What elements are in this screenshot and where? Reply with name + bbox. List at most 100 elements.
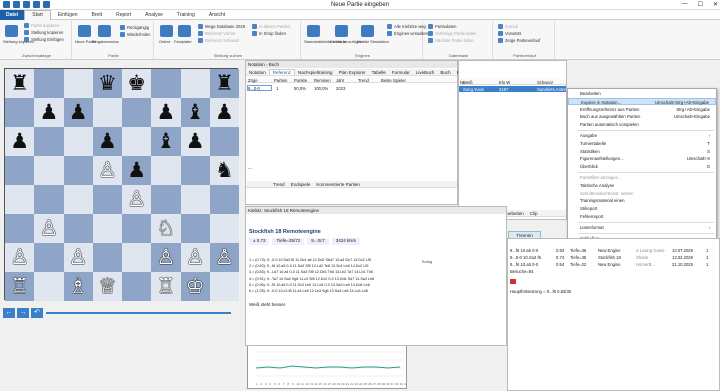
chess-piece[interactable]: ♗ xyxy=(64,272,93,301)
board-square[interactable] xyxy=(180,185,210,214)
table-row[interactable]: 9...f6 10.a5 0-0 0.54 Tiefe=22 New Engin… xyxy=(508,261,719,267)
flip-board-button[interactable]: ↶ xyxy=(31,308,43,318)
chess-piece[interactable]: ♟ xyxy=(151,98,180,127)
board-square[interactable] xyxy=(34,243,64,272)
mega-database-item[interactable]: Mega Database 2026 xyxy=(198,24,245,29)
tab-ansicht[interactable]: Ansicht xyxy=(202,12,232,18)
copy-game-item[interactable]: Partie kopieren xyxy=(24,23,59,28)
board-square[interactable] xyxy=(180,156,210,185)
tab-trend[interactable]: Trend xyxy=(270,182,288,187)
chess-piece[interactable]: ♖ xyxy=(5,272,34,301)
tab-endgames[interactable]: Endspiele xyxy=(288,182,314,187)
tab-reference[interactable]: Referenz xyxy=(268,69,296,75)
tab-report[interactable]: Report xyxy=(109,12,138,18)
menu-item[interactable]: Partiefilter anzeigen... xyxy=(568,174,716,182)
chess-piece[interactable]: ♟ xyxy=(93,127,122,156)
board-square[interactable] xyxy=(180,214,210,243)
board-square[interactable] xyxy=(209,214,239,243)
chess-piece[interactable]: ♟ xyxy=(122,156,151,185)
tab-brett[interactable]: Brett xyxy=(85,12,110,18)
board-square[interactable] xyxy=(122,214,152,243)
board-square[interactable] xyxy=(122,272,152,301)
board-square[interactable] xyxy=(92,214,122,243)
menu-item[interactable]: Schnittmuster/Sonst. setzen xyxy=(568,190,716,198)
copy-position-item[interactable]: Stellung kopieren xyxy=(24,30,63,35)
tab-training[interactable]: Training xyxy=(170,12,202,18)
chess-piece[interactable]: ♛ xyxy=(93,69,122,98)
board-square[interactable] xyxy=(209,272,239,301)
chess-piece[interactable]: ♟ xyxy=(5,127,34,156)
table-row[interactable]: 9...f6 10.a5 0-0 0.83 Tiefe=35 New Engin… xyxy=(508,247,719,253)
minimize-button[interactable]: — xyxy=(682,1,688,8)
board-square[interactable] xyxy=(92,243,122,272)
evaluation-graph[interactable]: 1 2 3 4 5 6 7 8 9 10 11 12 13 14 15 16 17 18 19 20 21 22 23 24 2… xyxy=(247,345,408,389)
next-move-button[interactable]: → xyxy=(17,308,29,318)
board-square[interactable] xyxy=(5,156,35,185)
board-square[interactable] xyxy=(92,185,122,214)
menu-item[interactable]: Bearbeiten xyxy=(568,90,716,98)
menu-item[interactable]: Taktische Analyse xyxy=(568,182,716,190)
menu-item[interactable]: Listenformat › xyxy=(568,224,716,232)
online-button[interactable]: Online xyxy=(159,39,171,44)
board-square[interactable] xyxy=(151,156,181,185)
menu-item[interactable]: Ausgabe › xyxy=(568,132,716,140)
menu-item[interactable]: Trainingsmaterial einen xyxy=(568,197,716,205)
chess-piece[interactable]: ♜ xyxy=(5,69,34,98)
input-mode-button[interactable]: Eingabemodus xyxy=(92,39,119,44)
tab-form[interactable]: Formular xyxy=(389,70,413,75)
board-square[interactable] xyxy=(63,127,93,156)
chess-piece[interactable]: ♟ xyxy=(64,98,93,127)
board-square[interactable] xyxy=(34,127,64,156)
reference-black-item[interactable]: Referenz Schwarz xyxy=(198,38,239,43)
table-row[interactable]: Song,Yuxin 2197 Sandriets,Anton xyxy=(459,86,567,92)
board-square[interactable] xyxy=(209,185,239,214)
reference-white-item[interactable]: Referenz Vorher xyxy=(198,31,236,36)
chess-piece[interactable]: ♙ xyxy=(93,156,122,185)
table-row[interactable]: 9...0-0 1 50,0% 100,0% 2023 xyxy=(246,85,457,91)
engine-line[interactable]: 6.= (1.05): 9...0-0 10.c3 f6 11.a4 Le5 1… xyxy=(249,288,413,294)
harddisk-button[interactable]: Festplatte xyxy=(174,39,192,44)
board-square[interactable] xyxy=(209,127,239,156)
board-square[interactable] xyxy=(63,69,93,98)
board-square[interactable] xyxy=(34,272,64,301)
chess-piece[interactable]: ♕ xyxy=(93,272,122,301)
next-game-item[interactable]: Nächste Partie laden xyxy=(428,38,474,43)
file-menu-button[interactable]: Datei xyxy=(0,9,25,20)
menu-item[interactable]: Turniertabelle T xyxy=(568,140,716,148)
manage-engines-item[interactable]: Engines verwalten xyxy=(387,31,428,36)
previous-game-item[interactable]: Vorherige Partie laden xyxy=(428,31,476,36)
move-slider[interactable] xyxy=(46,312,231,314)
menu-item[interactable]: Fehlerreport xyxy=(568,213,716,221)
chess-piece[interactable]: ♞ xyxy=(210,156,239,185)
table-row[interactable]: 9...0-0 10.Sa3 f6 0.74 Tiefe=35 Stockfis… xyxy=(508,254,719,260)
board-square[interactable] xyxy=(151,69,181,98)
menu-item[interactable]: Figurenaufstellungen... Umschalt+S xyxy=(568,155,716,163)
board-square[interactable] xyxy=(5,98,35,127)
chess-piece[interactable]: ♙ xyxy=(64,243,93,272)
in-these-games-item[interactable]: In diesen Partien xyxy=(252,24,290,29)
menu-item[interactable]: Stilreport xyxy=(568,205,716,213)
board-square[interactable] xyxy=(122,127,152,156)
chess-piece[interactable]: ♔ xyxy=(181,272,210,301)
forward-item[interactable]: Vorwärts xyxy=(498,31,521,36)
chess-piece[interactable]: ♜ xyxy=(210,69,239,98)
chess-piece[interactable]: ♙ xyxy=(34,214,63,243)
board-square[interactable] xyxy=(5,185,35,214)
menu-item[interactable]: Buch aus ausgewählten Partien Umschalt+Ei… xyxy=(568,113,716,121)
chess-piece[interactable]: ♙ xyxy=(181,243,210,272)
kibitzer-simulation-button[interactable]: Kiebitz Simulation xyxy=(357,39,389,44)
board-square[interactable] xyxy=(5,214,35,243)
tab-plan-explorer[interactable]: Plan Explorer xyxy=(336,70,369,75)
tab-annotated-games[interactable]: Kommentierte Partien xyxy=(313,182,363,187)
chess-piece[interactable]: ♙ xyxy=(5,243,34,272)
game-data-item[interactable]: Partiedaten xyxy=(428,24,456,29)
board-square[interactable] xyxy=(151,185,181,214)
chess-piece[interactable]: ♟ xyxy=(210,98,239,127)
chess-piece[interactable]: ♟ xyxy=(34,98,63,127)
chess-piece[interactable]: ♙ xyxy=(151,243,180,272)
tab-book[interactable]: Buch xyxy=(437,70,453,75)
board-square[interactable] xyxy=(34,156,64,185)
menu-item[interactable]: Kopiere in Notation... Umschalt+Strg+Alt+… xyxy=(568,97,716,106)
tab-start[interactable]: Start xyxy=(24,9,51,20)
tab-einfuegen[interactable]: Einfügen xyxy=(51,12,85,18)
